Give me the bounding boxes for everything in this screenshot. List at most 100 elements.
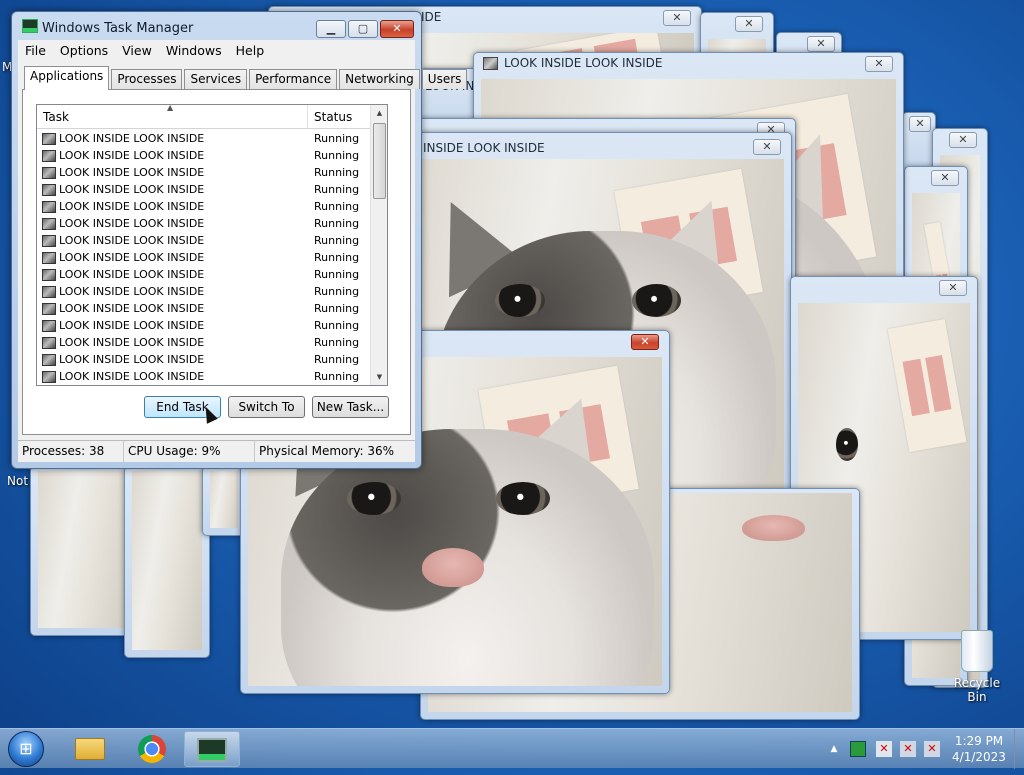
task-status: Running xyxy=(314,353,360,366)
close-icon[interactable]: ✕ xyxy=(939,280,967,296)
task-manager-icon xyxy=(22,19,38,33)
switch-to-button[interactable]: Switch To xyxy=(228,396,305,418)
close-icon[interactable]: ✕ xyxy=(735,16,763,32)
window-title: INSIDE LOOK INSIDE xyxy=(423,141,545,155)
task-status: Running xyxy=(314,149,360,162)
title-bar[interactable]: Windows Task Manager ▁ ▢ ✕ xyxy=(12,12,421,38)
cat-window[interactable]: ✕ xyxy=(902,112,936,172)
table-row[interactable]: LOOK INSIDE LOOK INSIDE Running xyxy=(37,300,371,317)
task-name: LOOK INSIDE LOOK INSIDE xyxy=(59,353,205,366)
task-list[interactable]: ▲ Task Status LOOK INSIDE LOOK INSIDE Runn… xyxy=(36,104,388,386)
column-header-task[interactable]: ▲ Task xyxy=(37,105,308,128)
scroll-up-icon[interactable]: ▲ xyxy=(371,105,387,121)
cat-photo xyxy=(132,471,202,650)
recycle-bin[interactable]: Recycle Bin xyxy=(944,630,1010,704)
task-name: LOOK INSIDE LOOK INSIDE xyxy=(59,336,205,349)
task-name: LOOK INSIDE LOOK INSIDE xyxy=(59,149,205,162)
task-status: Running xyxy=(314,251,360,264)
window-title: Windows Task Manager xyxy=(42,21,194,36)
table-row[interactable]: LOOK INSIDE LOOK INSIDE Running xyxy=(37,351,371,368)
app-icon xyxy=(42,217,56,230)
minimize-button[interactable]: ▁ xyxy=(316,20,346,38)
maximize-button[interactable]: ▢ xyxy=(348,20,378,38)
app-icon xyxy=(42,319,56,332)
taskbar-task-manager-button[interactable] xyxy=(184,731,240,767)
close-icon[interactable]: ✕ xyxy=(663,10,691,26)
status-cpu-usage: CPU Usage: 9% xyxy=(124,441,255,462)
table-row[interactable]: LOOK INSIDE LOOK INSIDE Running xyxy=(37,368,371,385)
network-icon[interactable]: ✕ xyxy=(900,741,916,757)
system-tray: ▲ ✕ ✕ ✕ 1:29 PM 4/1/2023 xyxy=(814,729,1024,769)
tab-networking[interactable]: Networking xyxy=(339,69,420,89)
table-row[interactable]: LOOK INSIDE LOOK INSIDE Running xyxy=(37,249,371,266)
table-row[interactable]: LOOK INSIDE LOOK INSIDE Running xyxy=(37,198,371,215)
table-row[interactable]: LOOK INSIDE LOOK INSIDE Running xyxy=(37,334,371,351)
column-header-status[interactable]: Status xyxy=(308,105,371,128)
close-icon[interactable]: ✕ xyxy=(931,170,959,186)
task-rows: LOOK INSIDE LOOK INSIDE Running LOOK INSID… xyxy=(37,130,371,385)
task-name: LOOK INSIDE LOOK INSIDE xyxy=(59,166,205,179)
task-status: Running xyxy=(314,234,360,247)
show-hidden-icons-icon[interactable]: ▲ xyxy=(826,741,842,757)
taskbar-chrome-button[interactable] xyxy=(124,731,180,767)
table-row[interactable]: LOOK INSIDE LOOK INSIDE Running xyxy=(37,283,371,300)
status-physical-memory: Physical Memory: 36% xyxy=(259,444,395,458)
tab-services[interactable]: Services xyxy=(184,69,248,89)
close-icon[interactable]: ✕ xyxy=(865,56,893,72)
menu-help[interactable]: Help xyxy=(229,43,272,58)
menu-view[interactable]: View xyxy=(115,43,159,58)
app-icon xyxy=(42,234,56,247)
menu-bar: File Options View Windows Help xyxy=(18,40,415,60)
close-icon[interactable]: ✕ xyxy=(631,334,659,350)
sort-ascending-icon: ▲ xyxy=(167,104,174,112)
table-row[interactable]: LOOK INSIDE LOOK INSIDE Running xyxy=(37,266,371,283)
task-manager-window[interactable]: Windows Task Manager ▁ ▢ ✕ File Options … xyxy=(11,11,468,469)
menu-options[interactable]: Options xyxy=(53,43,115,58)
table-row[interactable]: LOOK INSIDE LOOK INSIDE Running xyxy=(37,164,371,181)
folder-icon xyxy=(75,738,105,760)
app-icon xyxy=(483,57,498,70)
app-icon xyxy=(42,251,56,264)
tab-processes[interactable]: Processes xyxy=(111,69,183,89)
app-icon xyxy=(42,183,56,196)
close-icon[interactable]: ✕ xyxy=(909,116,931,132)
tray-app-icon[interactable] xyxy=(850,741,866,757)
table-row[interactable]: LOOK INSIDE LOOK INSIDE Running xyxy=(37,130,371,147)
cat-window[interactable] xyxy=(124,466,210,658)
action-center-icon[interactable]: ✕ xyxy=(876,741,892,757)
table-row[interactable]: LOOK INSIDE LOOK INSIDE Running xyxy=(37,181,371,198)
tab-users[interactable]: Users xyxy=(421,69,468,89)
scroll-down-icon[interactable]: ▼ xyxy=(371,369,387,385)
new-task-button[interactable]: New Task... xyxy=(312,396,389,418)
taskbar-explorer-button[interactable] xyxy=(62,731,118,767)
close-icon[interactable]: ✕ xyxy=(753,139,781,155)
close-icon[interactable]: ✕ xyxy=(807,36,835,52)
tab-applications[interactable]: Applications xyxy=(24,66,110,90)
task-name: LOOK INSIDE LOOK INSIDE xyxy=(59,251,205,264)
table-row[interactable]: LOOK INSIDE LOOK INSIDE Running xyxy=(37,317,371,334)
tab-performance[interactable]: Performance xyxy=(249,69,338,89)
app-icon xyxy=(42,268,56,281)
show-desktop-button[interactable] xyxy=(1014,729,1024,769)
menu-file[interactable]: File xyxy=(18,43,53,58)
recycle-bin-icon xyxy=(961,630,993,672)
close-button[interactable]: ✕ xyxy=(380,20,414,38)
table-row[interactable]: LOOK INSIDE LOOK INSIDE Running xyxy=(37,147,371,164)
menu-windows[interactable]: Windows xyxy=(159,43,229,58)
table-row[interactable]: LOOK INSIDE LOOK INSIDE Running xyxy=(37,215,371,232)
task-name: LOOK INSIDE LOOK INSIDE xyxy=(59,183,205,196)
window-title: IDE xyxy=(421,10,442,24)
tab-strip: Applications Processes Services Performa… xyxy=(24,66,469,90)
start-button[interactable]: ⊞ xyxy=(8,731,44,767)
app-icon xyxy=(42,370,56,383)
task-manager-body: Applications Processes Services Performa… xyxy=(18,60,468,462)
close-icon[interactable]: ✕ xyxy=(949,132,977,148)
clock[interactable]: 1:29 PM 4/1/2023 xyxy=(948,733,1010,765)
vertical-scrollbar[interactable]: ▲ ▼ xyxy=(370,105,387,385)
volume-muted-icon[interactable]: ✕ xyxy=(924,741,940,757)
scroll-thumb[interactable] xyxy=(373,123,386,199)
task-status: Running xyxy=(314,285,360,298)
task-status: Running xyxy=(314,336,360,349)
table-row[interactable]: LOOK INSIDE LOOK INSIDE Running xyxy=(37,232,371,249)
applications-panel: ▲ Task Status LOOK INSIDE LOOK INSIDE Runn… xyxy=(22,89,411,435)
